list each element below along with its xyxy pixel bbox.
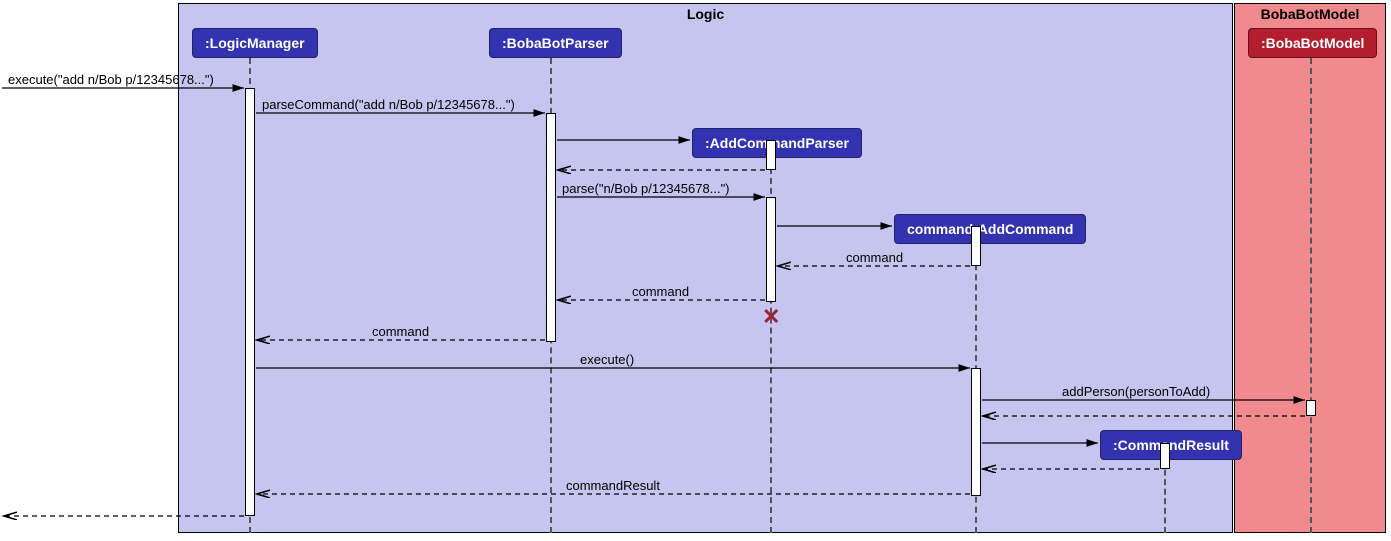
destroy-x-icon: ✕ — [762, 306, 780, 328]
participant-logicmanager: :LogicManager — [192, 28, 318, 58]
model-frame-label: BobaBotModel — [1255, 4, 1366, 24]
participant-addcommandparser: :AddCommandParser — [692, 128, 862, 158]
msg-command-return2: command — [632, 284, 689, 299]
activation-bobabotparser — [546, 113, 556, 342]
activation-commandresult — [1160, 443, 1170, 469]
activation-addcommand-1 — [971, 226, 981, 266]
participant-commandresult: :CommandResult — [1100, 430, 1242, 460]
lifeline-commandresult — [1164, 460, 1166, 533]
msg-commandresult: commandResult — [566, 478, 660, 493]
msg-execute-in: execute("add n/Bob p/12345678...") — [8, 72, 214, 87]
msg-parsecommand: parseCommand("add n/Bob p/12345678...") — [262, 97, 515, 112]
msg-command-return3: command — [372, 324, 429, 339]
logic-frame-label: Logic — [681, 4, 730, 24]
lifeline-bobabotmodel — [1310, 58, 1312, 533]
msg-execute-call: execute() — [580, 352, 634, 367]
participant-bobabotparser: :BobaBotParser — [489, 28, 622, 58]
activation-bobabotmodel — [1306, 400, 1316, 416]
activation-addcommand-2 — [971, 368, 981, 496]
participant-bobabotmodel: :BobaBotModel — [1248, 28, 1377, 58]
msg-parse: parse("n/Bob p/12345678...") — [562, 181, 730, 196]
logic-frame: Logic — [178, 3, 1233, 533]
msg-addperson: addPerson(personToAdd) — [1062, 384, 1210, 399]
msg-command-return1: command — [846, 250, 903, 265]
activation-addcommandparser-2 — [766, 197, 776, 302]
participant-addcommand: command:AddCommand — [894, 214, 1086, 244]
activation-logicmanager — [245, 88, 255, 516]
activation-addcommandparser-1 — [766, 140, 776, 170]
